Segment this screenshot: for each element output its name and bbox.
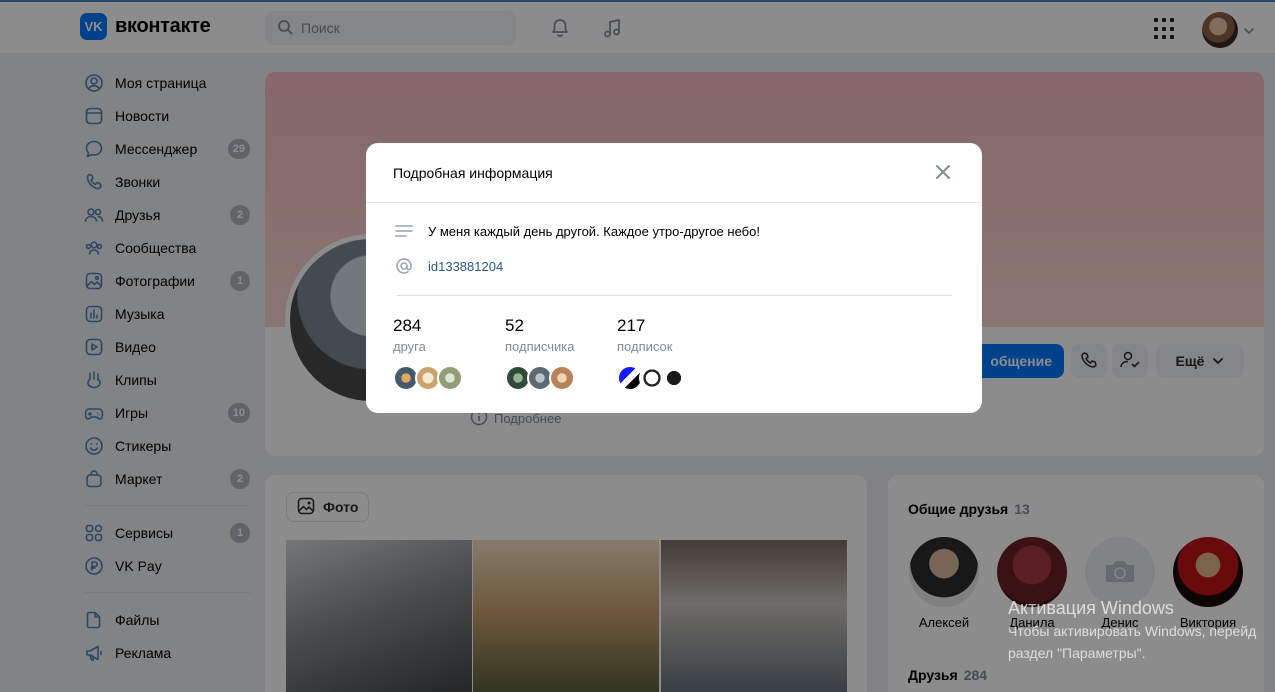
friends-avatars[interactable] (393, 365, 463, 391)
friend-mini-avatar (437, 365, 463, 391)
divider (397, 295, 952, 296)
subscriptions-stat[interactable]: 217 подписок (617, 316, 672, 354)
followers-stat[interactable]: 52 подписчика (505, 316, 574, 354)
stat-number: 217 (617, 316, 646, 335)
stat-number: 284 (393, 316, 422, 335)
group-mini-avatar (661, 365, 687, 391)
watermark-title: Активация Windows (1008, 598, 1174, 618)
close-icon (935, 164, 951, 183)
followers-avatars[interactable] (505, 365, 575, 391)
status-row: У меня каждый день другой. Каждое утро-д… (395, 222, 760, 240)
user-id-link[interactable]: id133881204 (428, 259, 503, 274)
close-button[interactable] (932, 162, 954, 184)
watermark-line: Чтобы активировать Windows, перейд (1008, 623, 1257, 639)
subscriptions-avatars[interactable] (617, 365, 687, 391)
friends-stat[interactable]: 284 друга (393, 316, 426, 354)
text-lines-icon (395, 222, 413, 240)
stat-number: 52 (505, 316, 524, 335)
stat-caption: подписок (617, 339, 673, 354)
windows-activation-watermark: Активация Windows Чтобы активировать Win… (1008, 598, 1256, 663)
at-sign-icon (395, 257, 413, 275)
watermark-line: раздел "Параметры". (1008, 645, 1146, 661)
follower-mini-avatar (549, 365, 575, 391)
user-id-row: id133881204 (395, 257, 503, 275)
stat-caption: подписчика (505, 339, 575, 354)
modal-title: Подробная информация (393, 164, 553, 181)
details-modal: Подробная информация У меня каждый день … (366, 143, 982, 413)
modal-header: Подробная информация (366, 143, 982, 203)
status-text: У меня каждый день другой. Каждое утро-д… (428, 223, 760, 239)
stat-caption: друга (393, 339, 426, 354)
